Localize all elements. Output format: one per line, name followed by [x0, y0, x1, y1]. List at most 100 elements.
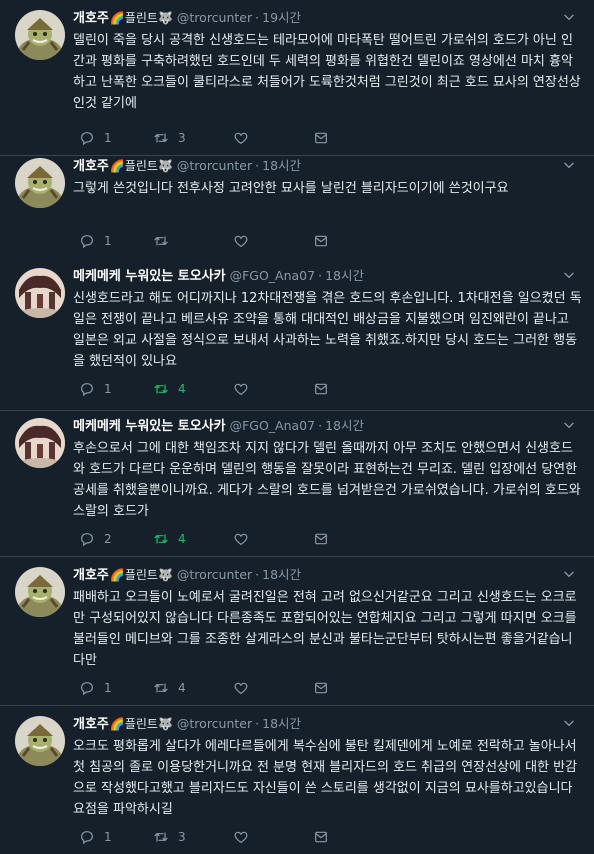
- reply-button[interactable]: 1: [79, 827, 112, 847]
- name-emoji: 🌈플린트🐺: [109, 11, 173, 25]
- user-handle[interactable]: @trorcunter: [177, 158, 252, 173]
- reply-button[interactable]: 1: [79, 128, 112, 148]
- share-button[interactable]: [313, 231, 329, 251]
- reply-count: 2: [104, 532, 112, 546]
- avatar[interactable]: [15, 10, 65, 60]
- tweet[interactable]: 개호주🌈플린트🐺 @trorcunter · 18시간 그렇게 쓴것입니다 전후사정 고…: [0, 148, 594, 258]
- retweet-icon: [153, 829, 169, 845]
- retweet-button[interactable]: 3: [153, 128, 186, 148]
- retweet-count: 4: [178, 382, 186, 396]
- timestamp[interactable]: 18시간: [325, 268, 364, 283]
- avatar[interactable]: [15, 418, 65, 468]
- timestamp[interactable]: 18시간: [325, 418, 364, 433]
- timestamp[interactable]: 18시간: [262, 716, 301, 731]
- display-name[interactable]: 개호주: [73, 159, 109, 174]
- reply-button[interactable]: 2: [79, 529, 112, 549]
- separator-dot: ·: [255, 10, 260, 25]
- tweet[interactable]: 메케메케 누워있는 토오사카 @FGO_Ana07 · 18시간 후손으로서 그에 대한…: [0, 408, 594, 556]
- avatar[interactable]: [15, 158, 65, 208]
- tweet-header: 개호주🌈플린트🐺 @trorcunter · 18시간: [73, 156, 584, 176]
- tweet-body: 개호주🌈플린트🐺 @trorcunter · 18시간 패배하고 오크들이 노예로서 굴…: [73, 565, 584, 671]
- tweet-body: 개호주🌈플린트🐺 @trorcunter · 18시간 오크도 평화롭게 살다가 에레다…: [73, 714, 584, 820]
- retweet-count: 4: [178, 532, 186, 546]
- user-handle[interactable]: @FGO_Ana07: [230, 268, 316, 283]
- tweet[interactable]: 개호주🌈플린트🐺 @trorcunter · 18시간 패배하고 오크들이 노예로서 굴…: [0, 557, 594, 705]
- chevron-down-icon[interactable]: [560, 714, 578, 732]
- avatar[interactable]: [15, 716, 65, 766]
- avatar[interactable]: [15, 567, 65, 617]
- tweet-body: 개호주🌈플린트🐺 @trorcunter · 19시간델린이 죽을 당시 공격한 신생…: [73, 8, 584, 114]
- timestamp[interactable]: 18시간: [262, 567, 301, 582]
- tweet-body: 개호주🌈플린트🐺 @trorcunter · 18시간 그렇게 쓴것입니다 전후사정 고…: [73, 156, 584, 199]
- chevron-down-icon[interactable]: [560, 266, 578, 284]
- reply-icon: [79, 680, 95, 696]
- reply-icon: [79, 233, 95, 249]
- chevron-down-icon[interactable]: [560, 156, 578, 174]
- retweet-count: 3: [178, 830, 186, 844]
- tweet-actions: 14: [73, 678, 353, 698]
- tweet-actions: 13: [73, 827, 353, 847]
- heart-icon: [233, 829, 249, 845]
- avatar[interactable]: [15, 268, 65, 318]
- heart-icon: [233, 531, 249, 547]
- retweet-icon: [153, 381, 169, 397]
- like-button[interactable]: [233, 379, 258, 399]
- heart-icon: [233, 130, 249, 146]
- reply-icon: [79, 381, 95, 397]
- user-handle[interactable]: @FGO_Ana07: [230, 418, 316, 433]
- chevron-down-icon[interactable]: [560, 565, 578, 583]
- share-button[interactable]: [313, 678, 329, 698]
- display-name[interactable]: 개호주: [73, 717, 109, 732]
- display-name[interactable]: 메케메케 누워있는 토오사카: [73, 269, 226, 284]
- retweet-icon: [153, 531, 169, 547]
- reply-button[interactable]: 1: [79, 379, 112, 399]
- retweet-icon: [153, 680, 169, 696]
- separator-dot: ·: [255, 716, 260, 731]
- reply-button[interactable]: 1: [79, 678, 112, 698]
- chevron-down-icon[interactable]: [560, 8, 578, 26]
- name-emoji: 🌈플린트🐺: [109, 717, 173, 731]
- share-button[interactable]: [313, 827, 329, 847]
- reply-count: 1: [104, 234, 112, 248]
- tweet[interactable]: 개호주🌈플린트🐺 @trorcunter · 18시간 오크도 평화롭게 살다가 에레다…: [0, 706, 594, 854]
- user-handle[interactable]: @trorcunter: [177, 716, 252, 731]
- retweet-button[interactable]: 4: [153, 529, 186, 549]
- retweet-button[interactable]: 3: [153, 827, 186, 847]
- like-button[interactable]: [233, 827, 258, 847]
- like-button[interactable]: [233, 128, 258, 148]
- share-icon: [313, 680, 329, 696]
- reply-count: 1: [104, 382, 112, 396]
- tweet-text: 델린이 죽을 당시 공격한 신생호드는 테라모어에 마타폭탄 떨어트린 가로쉬의…: [73, 33, 581, 111]
- share-button[interactable]: [313, 379, 329, 399]
- share-icon: [313, 130, 329, 146]
- display-name[interactable]: 개호주: [73, 11, 109, 26]
- tweet-actions: 13: [73, 128, 353, 148]
- name-emoji: 🌈플린트🐺: [109, 159, 173, 173]
- timestamp[interactable]: 18시간: [262, 158, 301, 173]
- tweet[interactable]: 개호주🌈플린트🐺 @trorcunter · 19시간델린이 죽을 당시 공격한 신생…: [0, 0, 594, 155]
- tweet[interactable]: 메케메케 누워있는 토오사카 @FGO_Ana07 · 18시간 신생호드라고 해도 어…: [0, 258, 594, 406]
- share-button[interactable]: [313, 529, 329, 549]
- tweet-body: 메케메케 누워있는 토오사카 @FGO_Ana07 · 18시간 후손으로서 그에 대한…: [73, 416, 584, 522]
- display-name[interactable]: 개호주: [73, 568, 109, 583]
- retweet-icon: [153, 130, 169, 146]
- user-handle[interactable]: @trorcunter: [177, 567, 252, 582]
- name-emoji: 🌈플린트🐺: [109, 568, 173, 582]
- like-button[interactable]: [233, 529, 258, 549]
- chevron-down-icon[interactable]: [560, 416, 578, 434]
- tweet-header: 메케메케 누워있는 토오사카 @FGO_Ana07 · 18시간: [73, 266, 584, 286]
- timestamp[interactable]: 19시간: [262, 10, 301, 25]
- like-button[interactable]: [233, 678, 258, 698]
- like-button[interactable]: [233, 231, 258, 251]
- reply-count: 1: [104, 830, 112, 844]
- user-handle[interactable]: @trorcunter: [177, 10, 252, 25]
- share-button[interactable]: [313, 128, 329, 148]
- retweet-button[interactable]: [153, 231, 178, 251]
- reply-button[interactable]: 1: [79, 231, 112, 251]
- retweet-button[interactable]: 4: [153, 678, 186, 698]
- display-name[interactable]: 메케메케 누워있는 토오사카: [73, 419, 226, 434]
- share-icon: [313, 233, 329, 249]
- retweet-button[interactable]: 4: [153, 379, 186, 399]
- tweet-body: 메케메케 누워있는 토오사카 @FGO_Ana07 · 18시간 신생호드라고 해도 어…: [73, 266, 584, 372]
- heart-icon: [233, 680, 249, 696]
